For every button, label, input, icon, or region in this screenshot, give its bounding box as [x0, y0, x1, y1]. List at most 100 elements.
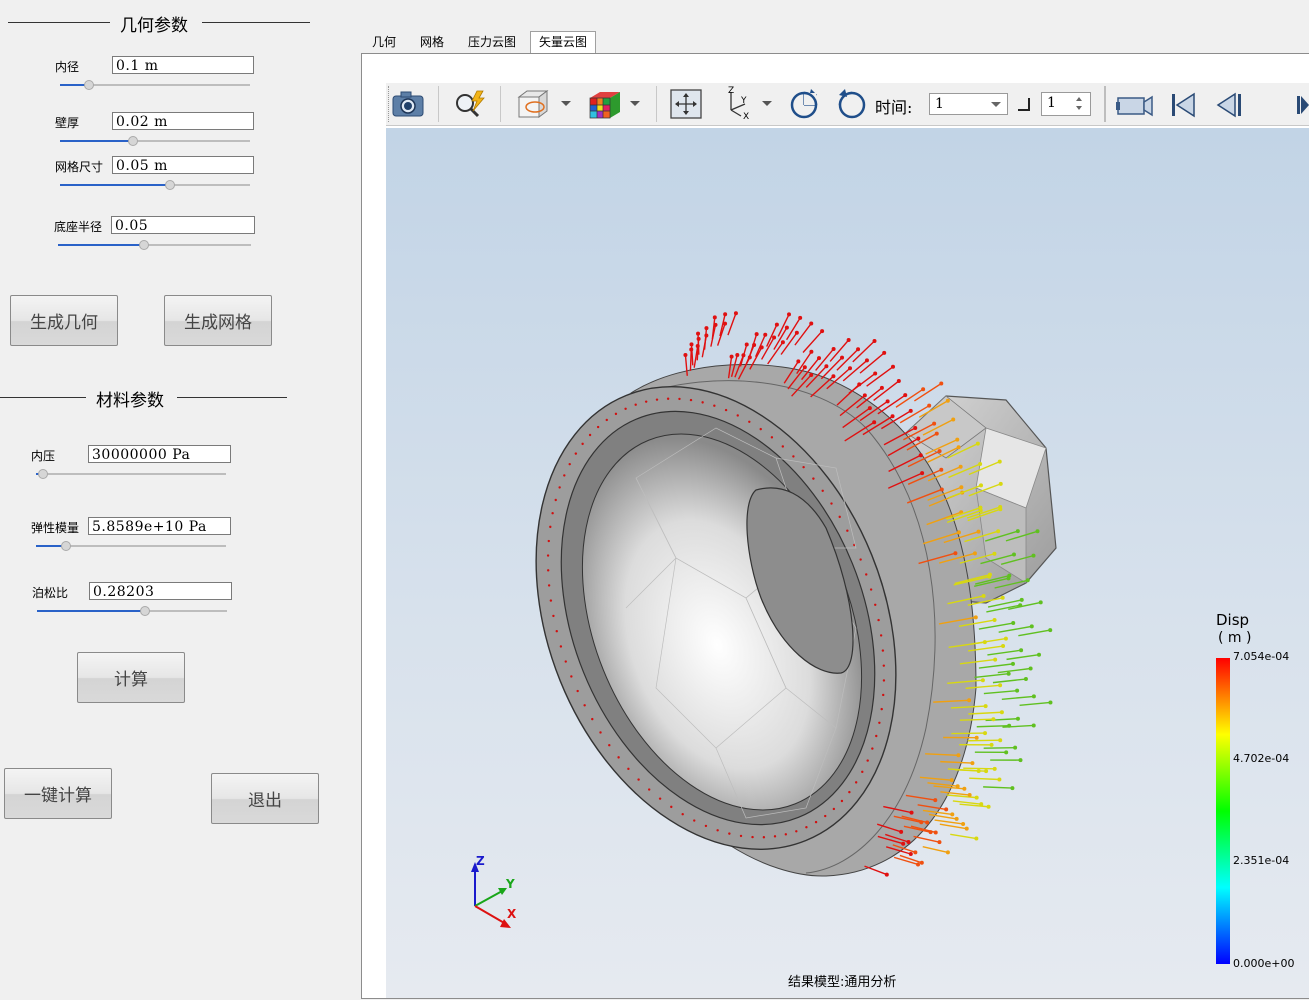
- inner-diameter-slider-thumb[interactable]: [84, 80, 94, 90]
- vector-arrow-head: [991, 717, 996, 722]
- wall-thickness-field[interactable]: 0.02 m: [112, 112, 254, 130]
- tab-vector-contour[interactable]: 矢量云图: [530, 31, 597, 53]
- fit-view-icon[interactable]: [667, 88, 705, 120]
- elastic-modulus-slider-thumb[interactable]: [61, 541, 71, 551]
- node-marker: [875, 734, 878, 738]
- node-marker: [805, 826, 808, 829]
- tab-mesh[interactable]: 网格: [412, 32, 452, 53]
- vector-arrow-head: [872, 338, 877, 343]
- color-cube-dropdown-icon[interactable]: [630, 101, 640, 106]
- axes-dropdown-icon[interactable]: [762, 101, 772, 106]
- time-label: 时间:: [875, 98, 913, 117]
- vector-arrow-head: [1000, 595, 1005, 600]
- node-marker: [627, 767, 630, 771]
- vector-arrow-head: [856, 347, 861, 352]
- generate-geometry-button[interactable]: 生成几何: [10, 295, 118, 346]
- vector-arrow: [766, 324, 778, 347]
- node-marker: [736, 414, 739, 417]
- poisson-ratio-slider-fill: [37, 610, 145, 612]
- display-mode-icon[interactable]: [514, 88, 554, 120]
- vector-arrow-head: [998, 505, 1003, 510]
- node-marker: [570, 675, 573, 678]
- internal-pressure-field[interactable]: 30000000 Pa: [88, 445, 231, 463]
- node-marker: [624, 407, 627, 410]
- base-radius-slider-thumb[interactable]: [139, 240, 149, 250]
- prev-frame-icon[interactable]: [1212, 90, 1246, 120]
- vector-arrow: [952, 800, 982, 805]
- vector-arrow-head: [992, 551, 997, 556]
- node-marker: [546, 569, 550, 572]
- result-model-status: 结果模型:通用分析: [788, 975, 896, 990]
- wall-thickness-slider-thumb[interactable]: [128, 136, 138, 146]
- internal-pressure-slider[interactable]: [36, 473, 226, 475]
- vector-arrow-head: [956, 753, 961, 758]
- one-click-compute-button[interactable]: 一键计算: [4, 768, 112, 819]
- vector-arrow-head: [980, 678, 985, 683]
- vector-arrow: [959, 803, 989, 808]
- spin-down-icon[interactable]: [1076, 106, 1082, 110]
- compute-button[interactable]: 计算: [77, 652, 185, 703]
- wall-thickness-slider-fill: [60, 140, 133, 142]
- param-label-elastic-modulus: 弹性模量: [31, 521, 80, 535]
- node-marker: [877, 618, 880, 622]
- exit-button[interactable]: 退出: [211, 773, 319, 824]
- elastic-modulus-field[interactable]: 5.8589e+10 Pa: [88, 517, 231, 535]
- node-marker: [751, 835, 754, 839]
- vector-arrow: [1008, 601, 1041, 610]
- mesh-size-slider-thumb[interactable]: [165, 180, 175, 190]
- axes-icon[interactable]: ZYX: [718, 86, 758, 122]
- time-select-value: 1: [935, 96, 944, 112]
- vector-arrow-head: [763, 332, 768, 337]
- vector-arrow: [946, 794, 977, 799]
- first-frame-icon[interactable]: [1166, 90, 1200, 120]
- vector-arrow-head: [1028, 666, 1033, 671]
- inner-diameter-field[interactable]: 0.1 m: [112, 56, 254, 74]
- display-mode-dropdown-icon[interactable]: [561, 101, 571, 106]
- vector-arrow: [701, 335, 708, 358]
- internal-pressure-slider-thumb[interactable]: [38, 469, 48, 479]
- vector-arrow: [1001, 695, 1034, 700]
- vector-arrow-head: [908, 408, 913, 413]
- geometry-header-line-left: [8, 22, 110, 23]
- camera-icon[interactable]: [390, 88, 426, 120]
- base-radius-field[interactable]: 0.05: [111, 216, 255, 234]
- tab-geometry[interactable]: 几何: [364, 32, 404, 53]
- node-marker: [588, 433, 592, 437]
- record-icon[interactable]: [1114, 90, 1156, 120]
- tab-pressure-contour[interactable]: 压力云图: [460, 32, 524, 53]
- rotate-ccw-icon[interactable]: [834, 86, 870, 122]
- vector-arrow-head: [951, 417, 956, 422]
- vector-arrow-head: [689, 347, 694, 352]
- node-marker: [547, 584, 551, 587]
- node-marker: [821, 489, 824, 492]
- color-cube-icon[interactable]: [584, 88, 624, 120]
- node-marker: [583, 704, 586, 707]
- node-marker: [795, 830, 798, 833]
- vector-arrow: [978, 663, 1014, 669]
- legend-unit: ( m ): [1218, 630, 1251, 646]
- vector-arrow-head: [903, 393, 908, 398]
- rotate-cw-icon[interactable]: [786, 86, 822, 122]
- vector-arrow-head: [831, 374, 836, 379]
- time-select[interactable]: 1: [929, 93, 1008, 115]
- vector-arrow-head: [984, 769, 989, 774]
- vector-arrow-head: [704, 333, 709, 338]
- generate-mesh-button[interactable]: 生成网格: [164, 295, 272, 346]
- poisson-ratio-slider-thumb[interactable]: [140, 606, 150, 616]
- vector-arrow-head: [890, 414, 895, 419]
- vector-arrow-head: [996, 529, 1001, 534]
- vector-arrow-head: [729, 354, 734, 359]
- mesh-size-field[interactable]: 0.05 m: [112, 156, 254, 174]
- step-spinbox[interactable]: 1: [1041, 92, 1091, 116]
- magnifier-icon[interactable]: [450, 88, 490, 120]
- vector-arrow-head: [741, 353, 746, 358]
- vector-arrow-head: [1031, 723, 1036, 728]
- viewport-3d[interactable]: Z Y X Disp ( m ) 7.054e-04 4.702e-04 2.3…: [386, 128, 1309, 998]
- vector-arrow-head: [983, 704, 988, 709]
- node-marker: [781, 445, 785, 448]
- next-frame-icon[interactable]: [1292, 92, 1309, 118]
- vector-arrow-head: [964, 826, 969, 831]
- poisson-ratio-field[interactable]: 0.28203: [89, 582, 232, 600]
- spin-up-icon[interactable]: [1076, 97, 1082, 101]
- vector-arrow-head: [1048, 700, 1053, 705]
